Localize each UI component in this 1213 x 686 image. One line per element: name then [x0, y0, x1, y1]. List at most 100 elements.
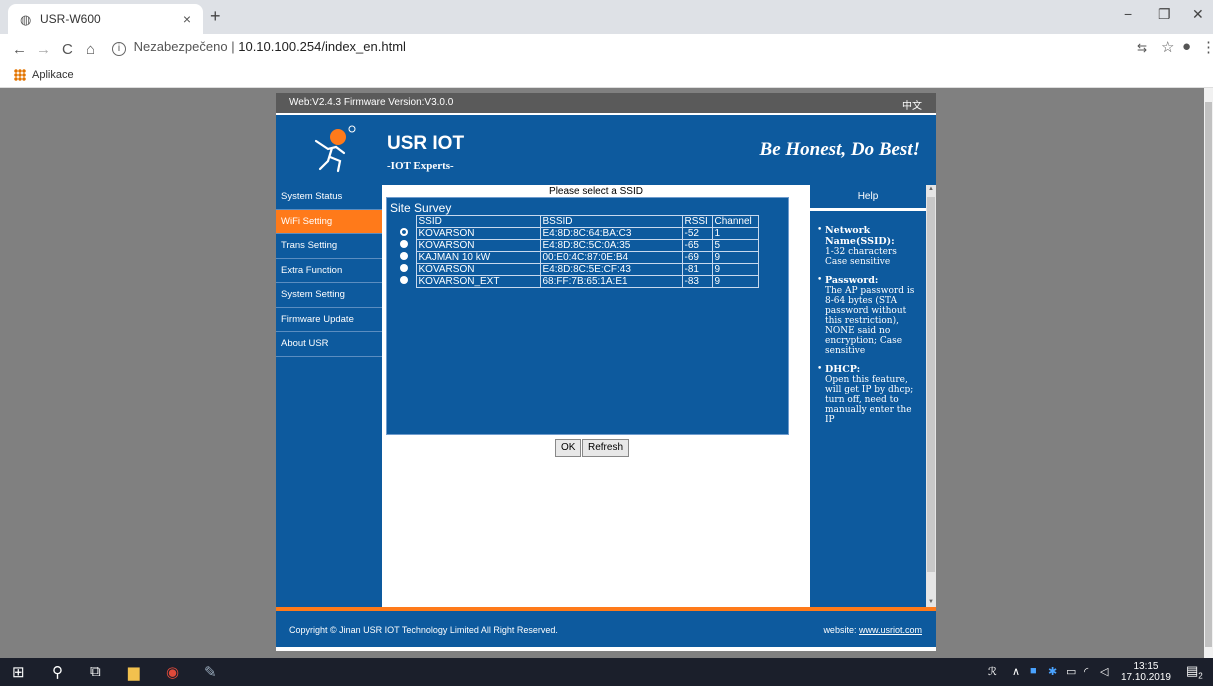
bluetooth-icon[interactable]: ✱ — [1048, 665, 1057, 678]
sidebar-item-extra-function[interactable]: Extra Function — [276, 259, 382, 283]
ssid-radio[interactable] — [399, 252, 408, 260]
help-item-text: 1-32 characters Case sensitive — [825, 247, 897, 267]
cell-bssid: E4:8D:8C:64:BA:C3 — [539, 227, 683, 240]
cell-rssi: -81 — [681, 263, 713, 276]
cell-channel: 9 — [711, 263, 759, 276]
task-view-icon[interactable]: ⧉ — [90, 663, 101, 680]
scroll-up-icon[interactable]: ▲ — [928, 186, 934, 192]
sidebar-item-firmware-update[interactable]: Firmware Update — [276, 308, 382, 332]
search-icon[interactable]: ⚲ — [52, 663, 63, 681]
cell-channel: 5 — [711, 239, 759, 252]
website-label: website: www.usriot.com — [823, 625, 922, 635]
ssid-radio[interactable] — [399, 240, 408, 248]
sidebar-item-system-status[interactable]: System Status — [276, 185, 382, 210]
scroll-down-icon[interactable]: ▼ — [928, 599, 934, 605]
sidebar-menu: System Status WiFi Setting Trans Setting… — [276, 185, 382, 607]
ssid-radio[interactable] — [399, 264, 408, 272]
version-bar: Web:V2.4.3 Firmware Version:V3.0.0 中文 — [276, 93, 936, 113]
url-text: 10.10.100.254/index_en.html — [238, 39, 406, 54]
tray-app-icon[interactable]: ■ — [1030, 665, 1037, 677]
url-separator: | — [231, 39, 235, 54]
ok-button[interactable]: OK — [555, 439, 582, 457]
cell-channel: 1 — [711, 227, 759, 240]
maximize-button[interactable]: ❐ — [1158, 6, 1171, 23]
wifi-icon[interactable]: ◜ — [1084, 665, 1088, 678]
cell-bssid: E4:8D:8C:5E:CF:43 — [539, 263, 683, 276]
table-row[interactable]: KAJMAN 10 kW 00:E0:4C:87:0E:B4 -69 9 — [392, 251, 759, 264]
help-scroll-thumb[interactable] — [927, 197, 935, 572]
refresh-button[interactable]: Refresh — [582, 439, 630, 457]
chrome-icon[interactable]: ◉ — [166, 663, 179, 681]
menu-icon[interactable]: ⋮ — [1201, 38, 1213, 56]
reload-icon[interactable]: C — [62, 41, 73, 58]
forward-icon[interactable]: → — [36, 41, 51, 58]
ssid-radio[interactable] — [399, 276, 408, 284]
windows-start-icon[interactable]: ⊞ — [12, 663, 25, 681]
bookmark-apps[interactable]: Aplikace — [32, 69, 74, 81]
help-item-title: Password: — [825, 275, 879, 286]
column-header-ssid: SSID — [415, 215, 541, 228]
browser-tab[interactable]: ◍ USR-W600 × — [8, 4, 203, 34]
column-header-rssi: RSSI — [681, 215, 713, 228]
chinese-language-link[interactable]: 中文 — [902, 97, 922, 112]
cell-channel: 9 — [711, 251, 759, 264]
table-header-row: SSID BSSID RSSI Channel — [392, 215, 759, 228]
usr-logo-icon — [314, 125, 356, 173]
cell-rssi: -52 — [681, 227, 713, 240]
info-icon[interactable]: i — [112, 42, 126, 56]
copyright-text: Copyright © Jinan USR IOT Technology Lim… — [289, 625, 558, 635]
bookmarks-bar: Aplikace — [0, 64, 1213, 88]
notification-icon[interactable]: ▤2 — [1186, 663, 1203, 681]
website-link[interactable]: www.usriot.com — [859, 625, 922, 635]
cell-ssid: KOVARSON — [415, 227, 541, 240]
sidebar-item-trans-setting[interactable]: Trans Setting — [276, 234, 382, 259]
version-text: Web:V2.4.3 Firmware Version:V3.0.0 — [289, 97, 454, 108]
ssid-radio[interactable] — [399, 228, 408, 236]
help-item: Network Name(SSID):1-32 characters Case … — [817, 225, 920, 267]
cell-rssi: -83 — [681, 275, 713, 288]
volume-icon[interactable]: ◁ — [1100, 665, 1108, 678]
help-item: DHCP:Open this feature, will get IP by d… — [817, 364, 920, 425]
bookmark-star-icon[interactable]: ☆ — [1161, 38, 1174, 56]
apps-icon[interactable] — [14, 69, 26, 81]
back-icon[interactable]: ← — [12, 41, 27, 58]
cell-bssid: 00:E0:4C:87:0E:B4 — [539, 251, 683, 264]
tab-title: USR-W600 — [40, 12, 101, 26]
minimize-button[interactable]: − — [1124, 6, 1132, 22]
cell-rssi: -65 — [681, 239, 713, 252]
battery-icon[interactable]: ▭ — [1066, 665, 1076, 678]
site-survey-box: Site Survey SSID BSSID RSSI Channel KOVA… — [386, 197, 789, 435]
sidebar-item-wifi-setting[interactable]: WiFi Setting — [276, 209, 382, 234]
sidebar-item-system-setting[interactable]: System Setting — [276, 283, 382, 308]
taskbar: ⊞ ⚲ ⧉ ▆ ◉ ✎ ℛ ∧ ■ ✱ ▭ ◜ ◁ 13:15 17.10.20… — [0, 658, 1213, 686]
cell-ssid: KOVARSON_EXT — [415, 275, 541, 288]
people-icon[interactable]: ℛ — [988, 665, 997, 678]
close-window-button[interactable]: ✕ — [1192, 6, 1204, 23]
table-row[interactable]: KOVARSON E4:8D:8C:5C:0A:35 -65 5 — [392, 239, 759, 252]
account-icon[interactable]: ● — [1182, 38, 1191, 55]
cell-ssid: KOVARSON — [415, 263, 541, 276]
table-row[interactable]: KOVARSON_EXT 68:FF:7B:65:1A:E1 -83 9 — [392, 275, 759, 288]
app-icon[interactable]: ✎ — [204, 663, 217, 681]
page-scroll-thumb[interactable] — [1205, 102, 1212, 647]
column-header-channel: Channel — [711, 215, 759, 228]
ssid-table: SSID BSSID RSSI Channel KOVARSON E4:8D:8… — [392, 215, 759, 288]
help-scrollbar[interactable]: ▲ ▼ — [926, 185, 936, 607]
clock[interactable]: 13:15 17.10.2019 — [1121, 661, 1171, 683]
file-explorer-icon[interactable]: ▆ — [128, 663, 140, 681]
help-title: Help — [810, 185, 926, 209]
tray-chevron-icon[interactable]: ∧ — [1012, 665, 1020, 678]
page-scrollbar[interactable] — [1204, 88, 1213, 658]
help-panel: Help Network Name(SSID):1-32 characters … — [810, 185, 936, 607]
clock-date: 17.10.2019 — [1120, 672, 1171, 683]
select-ssid-title: Please select a SSID — [549, 186, 643, 197]
table-row[interactable]: KOVARSON E4:8D:8C:5E:CF:43 -81 9 — [392, 263, 759, 276]
sidebar-item-about-usr[interactable]: About USR — [276, 332, 382, 357]
table-row[interactable]: KOVARSON E4:8D:8C:64:BA:C3 -52 1 — [392, 227, 759, 240]
help-item-text: Open this feature, will get IP by dhcp; … — [825, 375, 914, 425]
translate-icon[interactable]: ⇆ — [1137, 41, 1147, 55]
home-icon[interactable]: ⌂ — [86, 41, 95, 58]
tab-close-icon[interactable]: × — [183, 11, 191, 27]
address-bar[interactable]: i Nezabezpečeno | 10.10.100.254/index_en… — [112, 39, 406, 56]
new-tab-button[interactable]: + — [210, 6, 221, 27]
